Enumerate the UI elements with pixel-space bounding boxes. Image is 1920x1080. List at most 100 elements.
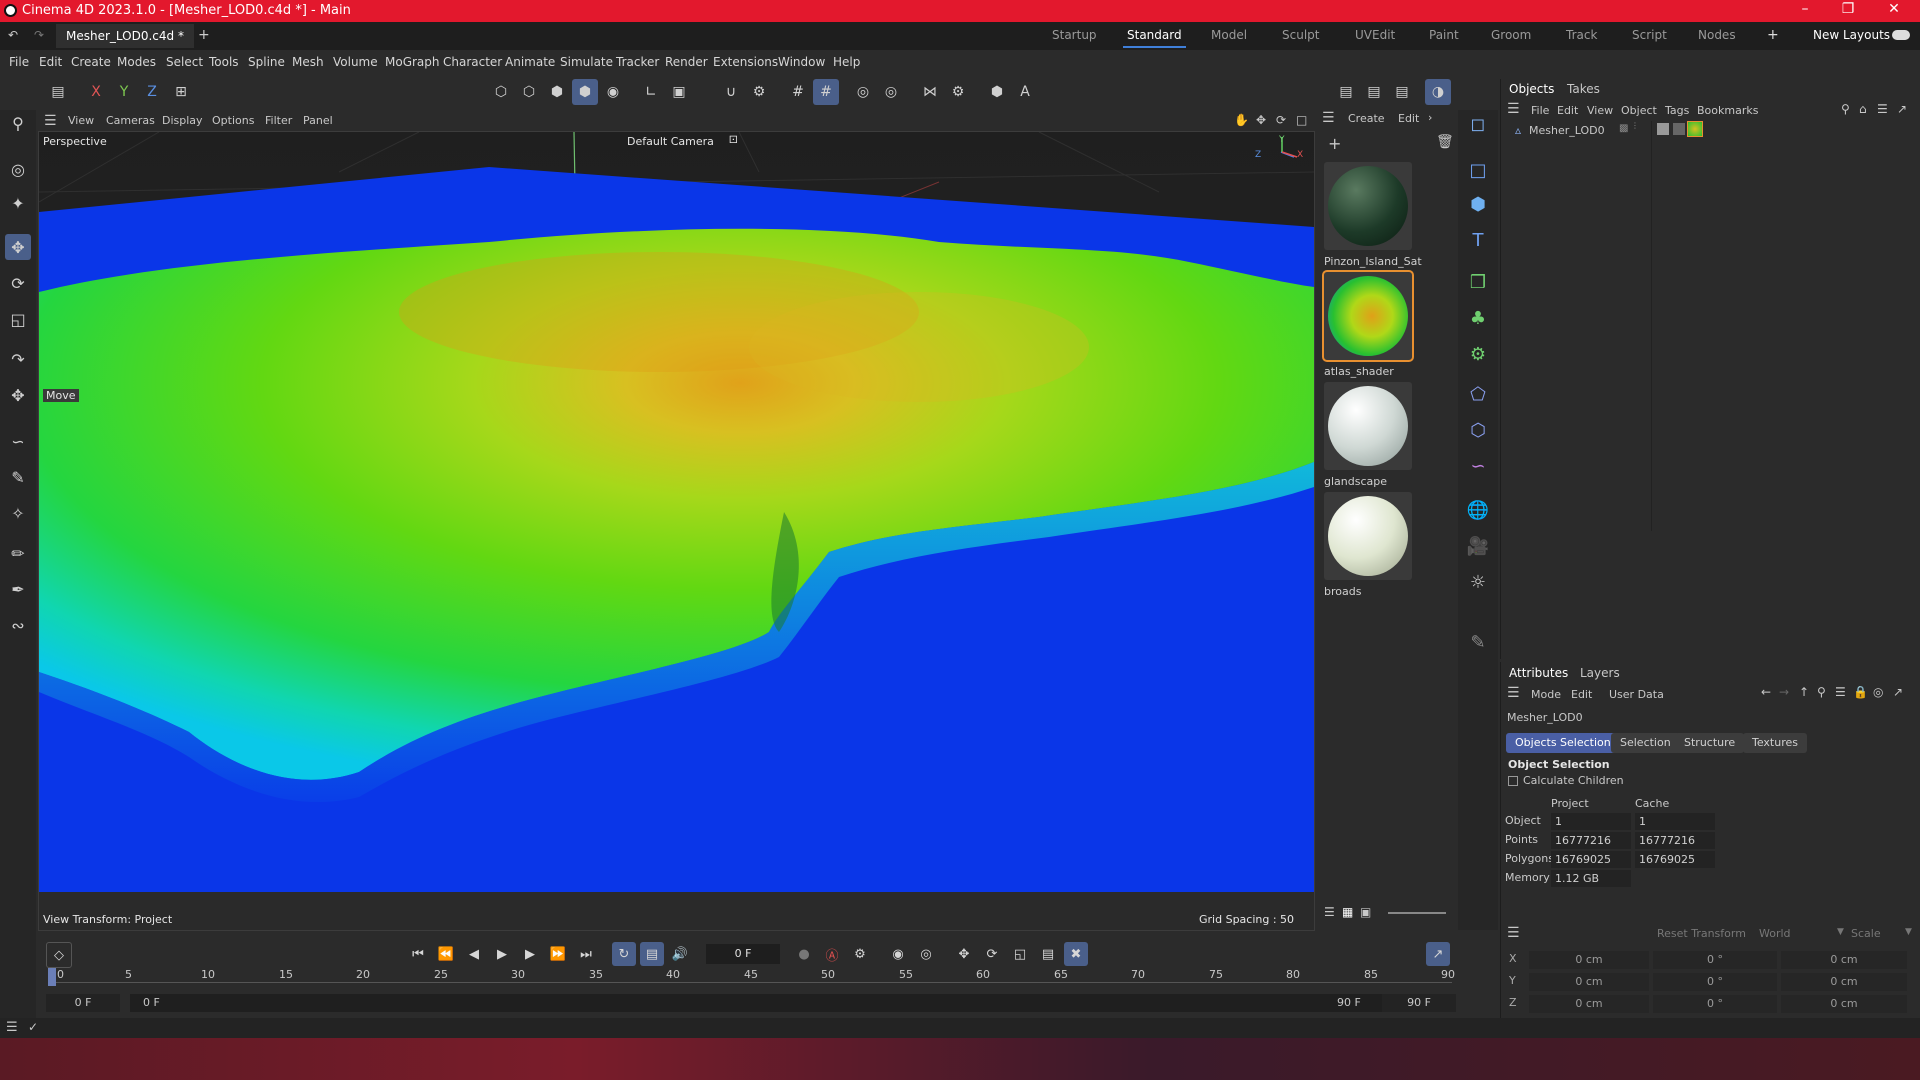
menu-mesh[interactable]: Mesh: [292, 55, 324, 69]
paint-tool-icon[interactable]: ✧: [5, 500, 31, 526]
lock-y-axis-button[interactable]: Y: [111, 79, 137, 105]
add-layout-icon[interactable]: +: [1767, 27, 1779, 43]
menu-select[interactable]: Select: [166, 55, 203, 69]
layout-tab-uvedit[interactable]: UVEdit: [1355, 28, 1395, 42]
menu-simulate[interactable]: Simulate: [560, 55, 613, 69]
layer-icon[interactable]: ▩: [1619, 123, 1628, 134]
maximize-view-icon[interactable]: □: [1296, 113, 1307, 127]
material-swatch[interactable]: glandscape: [1324, 382, 1412, 488]
layout-tab-track[interactable]: Track: [1566, 28, 1597, 42]
magnet-icon[interactable]: ∪: [718, 79, 744, 105]
new-layouts-label[interactable]: New Layouts: [1813, 28, 1890, 42]
sculpt-brush-icon[interactable]: ✎: [1464, 628, 1492, 656]
axis-mode-icon[interactable]: ∟: [638, 79, 664, 105]
snap-settings-icon[interactable]: ⚙: [746, 79, 772, 105]
viewport-menu-view[interactable]: View: [68, 114, 94, 127]
end-frame-field[interactable]: 90 F: [1382, 994, 1456, 1012]
object-row[interactable]: ▵ Mesher_LOD0 ▩ ⋮: [1501, 121, 1920, 141]
render-view-icon[interactable]: ▤: [1333, 79, 1359, 105]
close-button[interactable]: ✕: [1879, 1, 1909, 17]
large-view-icon[interactable]: ▣: [1360, 905, 1371, 919]
objects-menu-edit[interactable]: Edit: [1557, 104, 1578, 117]
brush-tool-icon[interactable]: ✏: [5, 540, 31, 566]
menu-extensions[interactable]: Extensions: [713, 55, 778, 69]
cube-icon[interactable]: ⬢: [1464, 190, 1492, 218]
light-icon[interactable]: ☼: [1464, 568, 1492, 596]
layout-tab-standard[interactable]: Standard: [1123, 28, 1186, 48]
generator-icon[interactable]: ❒: [1464, 268, 1492, 296]
orbit-icon[interactable]: ⟳: [1276, 113, 1286, 127]
viewport-hamburger-icon[interactable]: ☰: [44, 113, 57, 129]
rotate-tool-icon[interactable]: ⟳: [5, 270, 31, 296]
scale-key-icon[interactable]: ◱: [1008, 942, 1032, 966]
viewport-menu-options[interactable]: Options: [212, 114, 254, 127]
menu-modes[interactable]: Modes: [117, 55, 156, 69]
symmetry-icon[interactable]: ⋈: [917, 79, 943, 105]
delete-material-icon[interactable]: 🗑: [1436, 134, 1454, 150]
layout-toggle[interactable]: [1892, 30, 1910, 40]
rotation-x-field[interactable]: 0 °: [1653, 951, 1777, 969]
texture-mode-icon[interactable]: ◉: [600, 79, 626, 105]
subtab-textures[interactable]: Textures: [1743, 733, 1807, 753]
edges-mode-icon[interactable]: ⬡: [516, 79, 542, 105]
attributes-menu-user-data[interactable]: User Data: [1609, 688, 1664, 701]
render-picture-viewer-icon[interactable]: ▤: [1361, 79, 1387, 105]
menu-create[interactable]: Create: [71, 55, 111, 69]
redo-icon[interactable]: ↷: [34, 28, 44, 42]
texture-tag-icon[interactable]: [1657, 123, 1669, 135]
tweak-tool-icon[interactable]: ✦: [5, 190, 31, 216]
previous-key-icon[interactable]: ⏪: [434, 942, 458, 966]
pen-tool-icon[interactable]: ✒: [5, 576, 31, 602]
coordinates-hamburger-icon[interactable]: ☰: [1507, 925, 1520, 941]
pan-icon[interactable]: ✋: [1234, 113, 1249, 127]
timeline-ruler[interactable]: [52, 982, 1452, 983]
rotation-z-field[interactable]: 0 °: [1653, 995, 1777, 1013]
previous-frame-icon[interactable]: ◀: [462, 942, 486, 966]
search-objects-icon[interactable]: ⚲: [1841, 102, 1850, 116]
attributes-hamburger-icon[interactable]: ☰: [1507, 685, 1520, 701]
playback-rate-icon[interactable]: ▤: [640, 942, 664, 966]
undo-icon[interactable]: ↶: [8, 28, 18, 42]
go-to-end-icon[interactable]: ⏭: [574, 942, 598, 966]
search-attributes-icon[interactable]: ⚲: [1817, 685, 1826, 699]
status-hamburger-icon[interactable]: ☰: [6, 1020, 18, 1035]
preview-range-bar[interactable]: 0 F 90 F: [130, 994, 1390, 1012]
grid-snap-icon[interactable]: #: [785, 79, 811, 105]
null-object-icon[interactable]: □: [1464, 156, 1492, 184]
render-settings-icon[interactable]: ◎: [878, 79, 904, 105]
maximize-button[interactable]: ❐: [1833, 1, 1863, 17]
menu-character[interactable]: Character: [443, 55, 502, 69]
menu-volume[interactable]: Volume: [333, 55, 378, 69]
layout-tab-groom[interactable]: Groom: [1491, 28, 1531, 42]
viewport-menu-panel[interactable]: Panel: [303, 114, 333, 127]
coordinate-space-dropdown[interactable]: World: [1759, 927, 1791, 940]
menu-tools[interactable]: Tools: [209, 55, 239, 69]
playhead-marker[interactable]: [48, 968, 56, 986]
new-attributes-window-icon[interactable]: ↗: [1893, 685, 1903, 699]
back-arrow-icon[interactable]: ←: [1761, 685, 1771, 699]
viewport-name[interactable]: Perspective: [43, 135, 107, 148]
spline-object-icon[interactable]: ∽: [1464, 452, 1492, 480]
uvw-tag-icon[interactable]: [1673, 123, 1685, 135]
start-frame-field[interactable]: 0 F: [46, 994, 120, 1012]
chevron-right-icon[interactable]: ›: [1428, 111, 1432, 124]
loop-icon[interactable]: ↻: [612, 942, 636, 966]
objects-hamburger-icon[interactable]: ☰: [1507, 101, 1520, 117]
viewport-menu-display[interactable]: Display: [162, 114, 203, 127]
rotation-y-field[interactable]: 0 °: [1653, 973, 1777, 991]
objects-menu-view[interactable]: View: [1587, 104, 1613, 117]
document-tab[interactable]: Mesher_LOD0.c4d *: [56, 24, 194, 48]
next-key-icon[interactable]: ⏩: [546, 942, 570, 966]
minimize-button[interactable]: –: [1790, 1, 1820, 17]
subtab-selection[interactable]: Selection: [1611, 733, 1680, 753]
subtab-structure[interactable]: Structure: [1675, 733, 1745, 753]
cloner-icon[interactable]: ♣: [1464, 304, 1492, 332]
material-menu-edit[interactable]: Edit: [1398, 112, 1419, 125]
coordinate-system-icon[interactable]: ⊞: [168, 79, 194, 105]
objects-menu-file[interactable]: File: [1531, 104, 1549, 117]
spline-tool-icon[interactable]: ∾: [5, 612, 31, 638]
menu-help[interactable]: Help: [833, 55, 860, 69]
menu-spline[interactable]: Spline: [248, 55, 285, 69]
objects-menu-object[interactable]: Object: [1621, 104, 1657, 117]
menu-render[interactable]: Render: [665, 55, 708, 69]
